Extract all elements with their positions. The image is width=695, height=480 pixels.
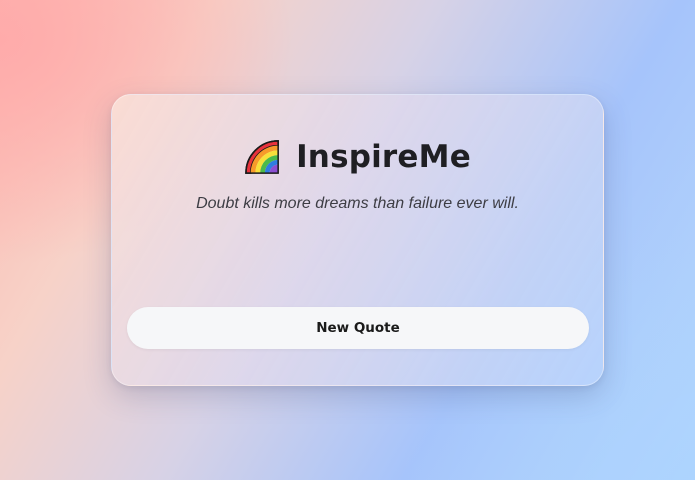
rainbow-icon bbox=[245, 140, 279, 174]
new-quote-button[interactable]: New Quote bbox=[127, 307, 589, 349]
quote-card: InspireMe Doubt kills more dreams than f… bbox=[111, 94, 604, 386]
app-title: InspireMe bbox=[296, 139, 471, 175]
app-header: InspireMe bbox=[112, 135, 603, 179]
quote-text: Doubt kills more dreams than failure eve… bbox=[196, 195, 519, 212]
